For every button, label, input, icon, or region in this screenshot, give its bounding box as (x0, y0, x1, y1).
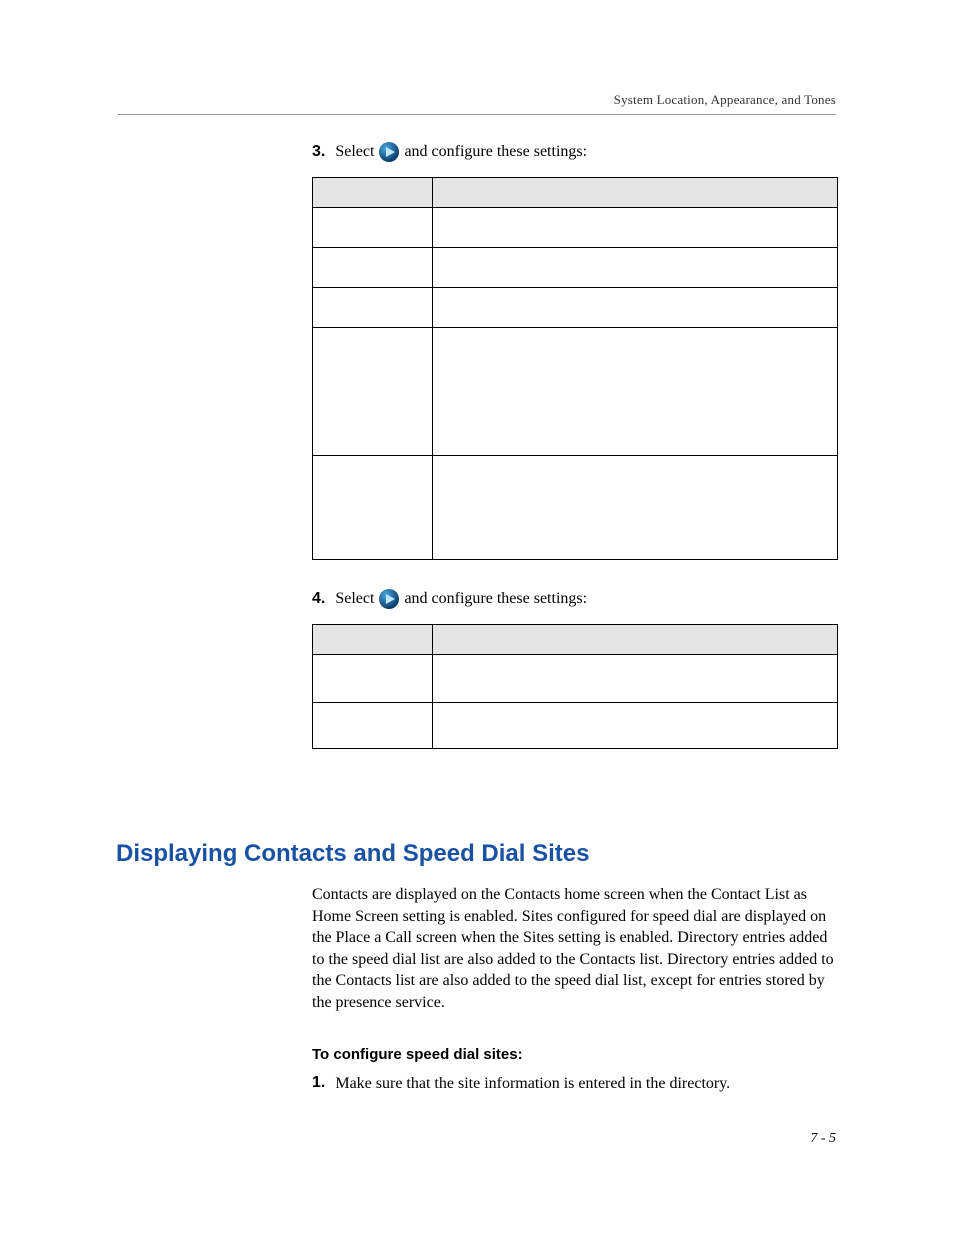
table-cell-description (433, 456, 838, 560)
table-header-description (433, 625, 838, 655)
table-row (313, 703, 838, 749)
play-icon (378, 141, 400, 163)
header-rule (118, 114, 836, 115)
substep-text: Make sure that the site information is e… (335, 1073, 730, 1095)
step-text-before: Select (335, 143, 374, 161)
table-row (313, 288, 838, 328)
table-header-setting (313, 625, 433, 655)
header-section-title: System Location, Appearance, and Tones (118, 92, 836, 108)
table-row (313, 248, 838, 288)
table-cell-setting (313, 248, 433, 288)
table-cell-description (433, 655, 838, 703)
table-cell-setting (313, 655, 433, 703)
table-header-row (313, 178, 838, 208)
table-cell-setting (313, 328, 433, 456)
table-cell-description (433, 288, 838, 328)
table-row (313, 456, 838, 560)
table-header-row (313, 625, 838, 655)
table-row (313, 208, 838, 248)
table-cell-setting (313, 456, 433, 560)
table-cell-description (433, 208, 838, 248)
step-number: 4. (312, 590, 325, 608)
step-4: 4. Select and configure these settings: (312, 588, 838, 610)
step-text-after: and configure these settings: (404, 590, 587, 608)
table-cell-description (433, 248, 838, 288)
subheading: To configure speed dial sites: (312, 1046, 838, 1063)
table-header-setting (313, 178, 433, 208)
page-number: 7 - 5 (810, 1131, 836, 1147)
section-heading: Displaying Contacts and Speed Dial Sites (116, 840, 836, 868)
settings-table-1 (312, 177, 838, 560)
table-cell-setting (313, 288, 433, 328)
step-text-after: and configure these settings: (404, 143, 587, 161)
play-icon (378, 588, 400, 610)
settings-table-2 (312, 624, 838, 749)
table-cell-setting (313, 703, 433, 749)
table-row (313, 328, 838, 456)
table-row (313, 655, 838, 703)
section-paragraph: Contacts are displayed on the Contacts h… (312, 884, 838, 1014)
table-cell-description (433, 328, 838, 456)
table-header-description (433, 178, 838, 208)
step-number: 3. (312, 143, 325, 161)
step-text-before: Select (335, 590, 374, 608)
table-cell-description (433, 703, 838, 749)
step-3: 3. Select and configure these settings: (312, 141, 838, 163)
page-header: System Location, Appearance, and Tones (118, 92, 836, 115)
substep-1: 1. Make sure that the site information i… (312, 1073, 838, 1095)
table-cell-setting (313, 208, 433, 248)
step-number: 1. (312, 1074, 325, 1092)
